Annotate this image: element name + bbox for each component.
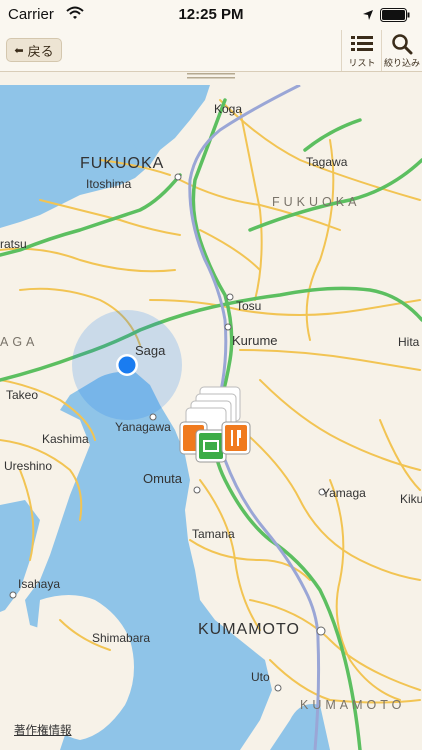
map-label-kashima: Kashima <box>42 432 89 446</box>
location-arrow-icon <box>363 10 373 20</box>
back-button[interactable]: ⬅ 戻る <box>6 38 62 62</box>
map-label-kurume: Kurume <box>232 333 278 348</box>
map-label-shimabara: Shimabara <box>92 631 151 645</box>
map-label-tamana: Tamana <box>192 527 235 541</box>
drag-handle[interactable] <box>187 73 235 79</box>
map-base <box>0 85 422 750</box>
map-label-itoshima: Itoshima <box>86 177 132 191</box>
back-label: 戻る <box>27 43 54 59</box>
map-label-yamaga: Yamaga <box>322 486 366 500</box>
map-label-fukuoka-pref: FUKUOKA <box>272 195 361 209</box>
back-arrow-icon: ⬅ <box>14 44 24 57</box>
toolbar: ⬅ 戻る リスト 絞り込み <box>0 30 422 72</box>
list-button[interactable]: リスト <box>341 30 382 71</box>
map-label-kumamoto-city: KUMAMOTO <box>198 621 300 638</box>
copyright-link[interactable]: 著作権情報 <box>14 722 72 738</box>
list-icon <box>351 36 373 51</box>
list-label: リスト <box>348 58 376 68</box>
filter-label: 絞り込み <box>383 58 420 68</box>
battery-icon <box>380 8 410 22</box>
map-label-kiku: Kiku <box>400 492 422 506</box>
filter-button[interactable]: 絞り込み <box>381 30 422 71</box>
map-label-ratsu: ratsu <box>0 237 27 251</box>
map-label-fukuoka-city: FUKUOKA <box>80 155 165 172</box>
map-label-omuta: Omuta <box>143 471 183 486</box>
map-label-ureshino: Ureshino <box>4 459 53 473</box>
search-icon <box>392 34 413 55</box>
map-label-hita: Hita <box>398 335 420 349</box>
map-label-tagawa: Tagawa <box>306 155 348 169</box>
map-label-yanagawa: Yanagawa <box>115 420 171 434</box>
status-time: 12:25 PM <box>178 6 244 23</box>
map-label-tosu: Tosu <box>236 299 262 313</box>
map-label-isahaya: Isahaya <box>18 577 61 591</box>
status-bar: Carrier 12:25 PM <box>0 0 422 30</box>
map-label-takeo: Takeo <box>6 388 39 402</box>
map-view[interactable]: Koga FUKUOKA Itoshima Tagawa FUKUOKA rat… <box>0 85 422 750</box>
map-label-saga: Saga <box>135 343 166 358</box>
map-label-koga: Koga <box>214 102 243 116</box>
map-label-kumamoto-pref: KUMAMOTO <box>300 698 406 712</box>
map-label-aga: AGA <box>0 335 39 349</box>
map-label-uto: Uto <box>251 670 270 684</box>
